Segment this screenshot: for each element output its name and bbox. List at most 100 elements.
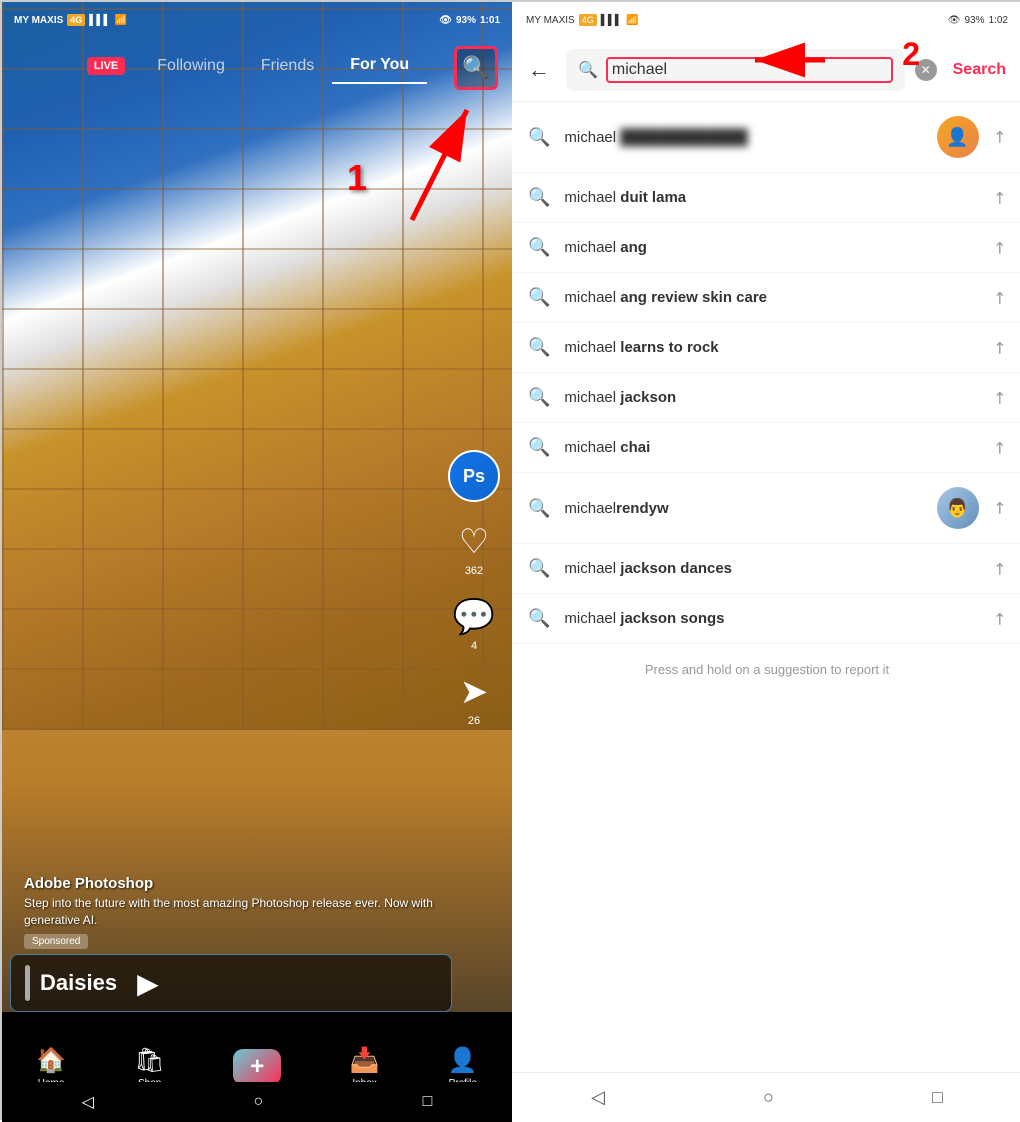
signal-icon: ▌▌▌ [89, 15, 110, 26]
right-status-bar: MY MAXIS 4G ▌▌▌ 📶 👁 93% 1:02 [512, 2, 1020, 38]
search-icon-7: 🔍 [528, 437, 550, 458]
red-arrow-annotation-1 [372, 90, 492, 230]
right-carrier: MY MAXIS [526, 15, 575, 26]
create-icon: + [233, 1049, 281, 1085]
suggestion-item-9[interactable]: 🔍 michael jackson dances ↗ [512, 544, 1020, 594]
suggestion-text-4: michael ang review skin care [564, 289, 978, 306]
right-controls: Ps ♡ 362 💬 4 ➤ 26 [448, 450, 500, 727]
music-bar[interactable]: Daisies ▶ [10, 954, 452, 1012]
right-time: 1:02 [989, 15, 1008, 26]
like-button[interactable]: ♡ 362 [459, 522, 489, 577]
search-button[interactable]: 🔍 [454, 46, 498, 90]
home-icon: 🏠 [36, 1046, 66, 1075]
suggestion-item-1[interactable]: 🔍 michael ████████████ 👤 ↗ [512, 102, 1020, 173]
right-wifi-icon: 📶 [626, 15, 638, 26]
back-button-right[interactable]: ◁ [591, 1087, 605, 1108]
fill-icon-5: ↗ [987, 336, 1011, 360]
suggestion-item-3[interactable]: 🔍 michael ang ↗ [512, 223, 1020, 273]
carrier-label: MY MAXIS [14, 15, 63, 26]
live-badge: LIVE [87, 57, 125, 75]
fill-icon-3: ↗ [987, 236, 1011, 260]
suggestion-item-5[interactable]: 🔍 michael learns to rock ↗ [512, 323, 1020, 373]
search-icon-4: 🔍 [528, 287, 550, 308]
suggestion-text-7: michael chai [564, 439, 978, 456]
fill-icon-8: ↗ [987, 496, 1011, 520]
shop-icon: 🛍 [134, 1046, 164, 1075]
music-bar-line [25, 965, 30, 1001]
right-panel: MY MAXIS 4G ▌▌▌ 📶 👁 93% 1:02 ← 🔍 [512, 2, 1020, 1122]
status-bar: MY MAXIS 4G ▌▌▌ 📶 👁 93% 1:01 [2, 2, 512, 38]
fill-icon-10: ↗ [987, 607, 1011, 631]
suggestion-text-9: michael jackson dances [564, 560, 978, 577]
music-arrow-icon: ▶ [137, 967, 159, 1000]
likes-count: 362 [465, 565, 483, 577]
status-right: 👁 93% 1:01 [439, 15, 500, 26]
home-button-left[interactable]: ○ [253, 1093, 263, 1111]
ad-description: Step into the future with the most amazi… [24, 895, 433, 929]
search-icon-1: 🔍 [528, 127, 550, 148]
suggestion-avatar-1: 👤 [937, 116, 979, 158]
time-label: 1:01 [480, 15, 500, 26]
recents-button-right[interactable]: □ [932, 1087, 943, 1108]
wifi-icon: 📶 [115, 15, 127, 26]
search-icon-5: 🔍 [528, 337, 550, 358]
search-icon-8: 🔍 [528, 498, 550, 519]
search-q-icon: 🔍 [578, 60, 598, 80]
suggestion-text-3: michael ang [564, 239, 978, 256]
search-submit-button[interactable]: Search [947, 61, 1012, 79]
creator-avatar[interactable]: Ps [448, 450, 500, 502]
nav-foryou[interactable]: For You [332, 48, 427, 84]
nav-following[interactable]: Following [139, 49, 243, 83]
fill-icon-7: ↗ [987, 436, 1011, 460]
comments-count: 4 [471, 640, 477, 652]
sponsored-badge: Sponsored [24, 934, 88, 949]
fill-icon-1: ↗ [987, 125, 1011, 149]
comment-icon: 💬 [453, 597, 495, 637]
suggestions-list: 🔍 michael ████████████ 👤 ↗ 🔍 michael dui… [512, 102, 1020, 1072]
annotation-number-2: 2 [902, 36, 920, 73]
profile-icon: 👤 [448, 1046, 478, 1075]
recents-button-left[interactable]: □ [423, 1093, 433, 1111]
suggestion-text-6: michael jackson [564, 389, 978, 406]
search-input-wrapper: 🔍 [566, 49, 905, 91]
suggestion-item-6[interactable]: 🔍 michael jackson ↗ [512, 373, 1020, 423]
search-bar: ← 🔍 2 ✕ Search [512, 38, 1020, 102]
share-icon: ➤ [460, 672, 489, 712]
suggestion-item-2[interactable]: 🔍 michael duit lama ↗ [512, 173, 1020, 223]
eye-icon: 👁 [439, 15, 452, 26]
suggestion-text-1: michael ████████████ [564, 129, 922, 146]
suggestion-item-4[interactable]: 🔍 michael ang review skin care ↗ [512, 273, 1020, 323]
suggestion-text-5: michael learns to rock [564, 339, 978, 356]
red-arrow-annotation-2 [745, 40, 835, 80]
nav-friends[interactable]: Friends [243, 49, 332, 83]
right-status-left: MY MAXIS 4G ▌▌▌ 📶 [526, 14, 638, 26]
fill-icon-2: ↗ [987, 186, 1011, 210]
android-nav-right: ◁ ○ □ [512, 1072, 1020, 1122]
back-button-left[interactable]: ◁ [82, 1092, 94, 1112]
home-button-right[interactable]: ○ [763, 1087, 774, 1108]
status-left: MY MAXIS 4G ▌▌▌ 📶 [14, 14, 127, 26]
music-title: Daisies [40, 970, 117, 996]
top-nav: LIVE Following Friends For You [2, 38, 512, 94]
report-hint: Press and hold on a suggestion to report… [512, 644, 1020, 695]
back-button[interactable]: ← [522, 51, 556, 89]
fill-icon-4: ↗ [987, 286, 1011, 310]
share-button[interactable]: ➤ 26 [460, 672, 489, 727]
right-status-right: 👁 93% 1:02 [948, 15, 1008, 26]
suggestion-text-2: michael duit lama [564, 189, 978, 206]
right-eye-icon: 👁 [948, 15, 961, 26]
suggestion-item-8[interactable]: 🔍 michaelrendyw 👨 ↗ [512, 473, 1020, 544]
suggestion-avatar-8: 👨 [937, 487, 979, 529]
ad-title: Adobe Photoshop [24, 875, 433, 892]
annotation-number-1: 1 [347, 157, 367, 199]
right-signal-icon: ▌▌▌ [601, 15, 622, 26]
search-icon-9: 🔍 [528, 558, 550, 579]
suggestion-item-10[interactable]: 🔍 michael jackson songs ↗ [512, 594, 1020, 644]
suggestion-item-7[interactable]: 🔍 michael chai ↗ [512, 423, 1020, 473]
search-icon-3: 🔍 [528, 237, 550, 258]
left-panel: MY MAXIS 4G ▌▌▌ 📶 👁 93% 1:01 LIVE Follow… [2, 2, 512, 1122]
nav-create[interactable]: + [233, 1049, 281, 1085]
comment-button[interactable]: 💬 4 [453, 597, 495, 652]
network-badge: 4G [67, 14, 85, 26]
android-nav-left: ◁ ○ □ [2, 1082, 512, 1122]
